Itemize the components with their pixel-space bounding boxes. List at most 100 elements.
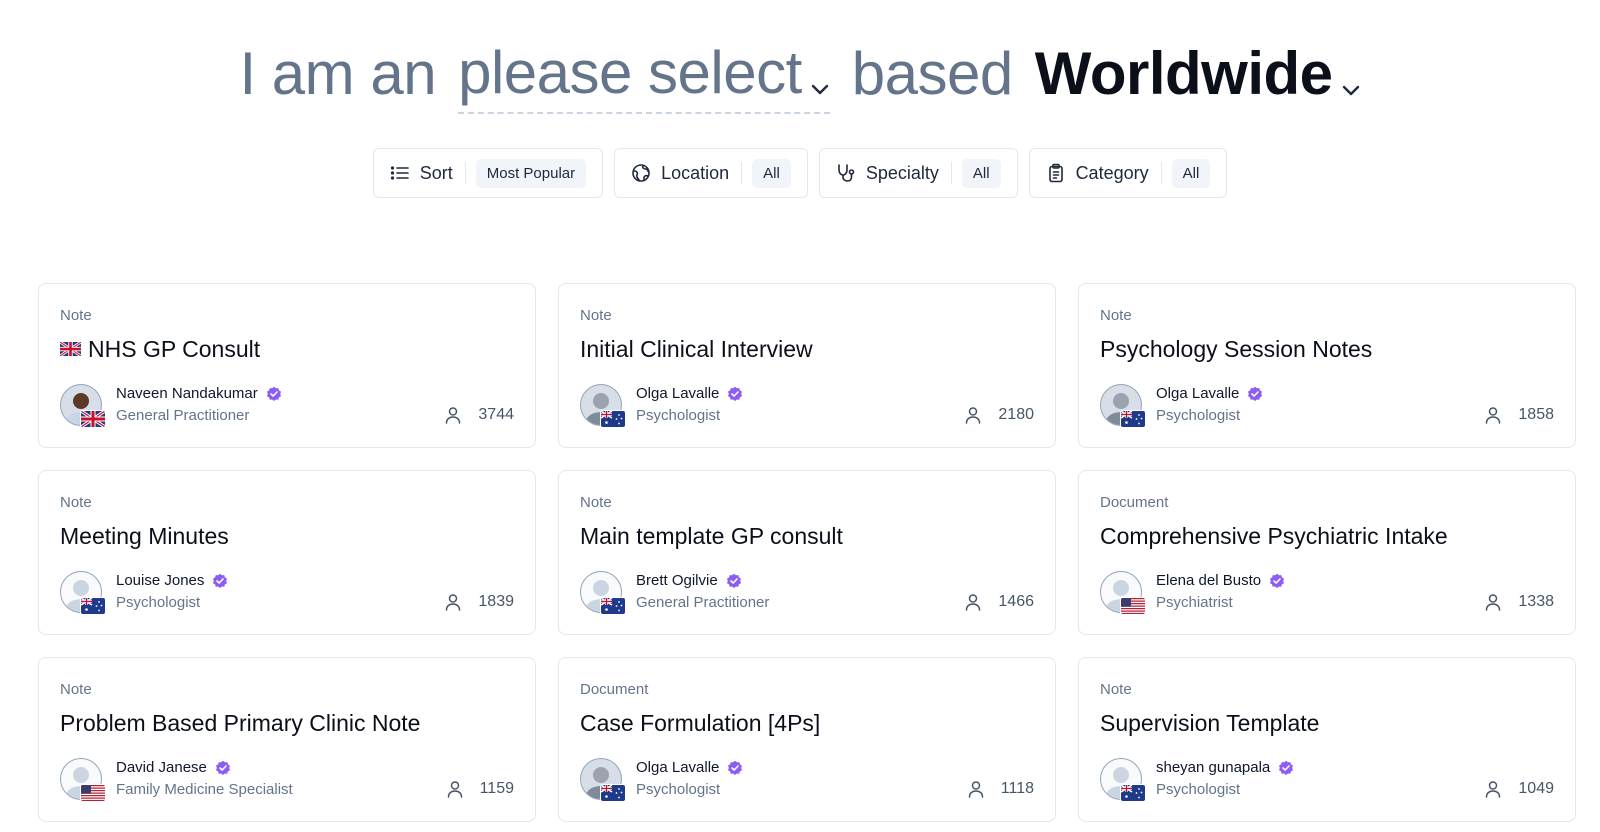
card-author: Olga Lavalle Psychologist (580, 384, 743, 428)
location-select[interactable]: Worldwide (1035, 35, 1361, 113)
specialty-filter[interactable]: Specialty All (818, 148, 1018, 198)
flag-us-icon (1120, 597, 1146, 615)
category-filter-label: Category (1075, 162, 1149, 183)
card-type: Note (1100, 307, 1132, 324)
card-title: Problem Based Primary Clinic Note (60, 708, 514, 738)
list-icon (390, 163, 410, 183)
author-name: Brett Ogilvie (636, 571, 769, 591)
card-title: Case Formulation [4Ps] (580, 708, 1034, 738)
card-type: Document (1100, 494, 1169, 511)
specialty-filter-label: Specialty (865, 162, 939, 183)
author-name: Olga Lavalle (1156, 384, 1263, 404)
chevron-down-icon (1341, 41, 1361, 113)
card-author: Naveen Nandakumar General Practitioner (60, 384, 282, 428)
verified-badge-icon (1247, 386, 1263, 402)
template-card[interactable]: Document Comprehensive Psychiatric Intake… (1078, 470, 1576, 635)
flag-us-icon (80, 784, 106, 802)
author-role: Psychiatrist (1156, 594, 1233, 611)
card-title-text: Psychology Session Notes (1100, 336, 1373, 362)
user-icon (444, 406, 470, 424)
author-role: General Practitioner (116, 407, 250, 424)
author-role: Psychologist (1156, 407, 1241, 424)
role-select[interactable]: please select (458, 34, 830, 114)
user-icon (964, 406, 990, 424)
card-title: Main template GP consult (580, 521, 1034, 551)
verified-badge-icon (1269, 573, 1285, 589)
card-type: Note (580, 494, 612, 511)
card-author: Brett Ogilvie General Practitioner (580, 571, 770, 615)
template-card[interactable]: Note NHS GP Consult Naveen Nandakumar Gener… (38, 283, 536, 448)
card-title-text: Supervision Template (1100, 710, 1320, 736)
template-card[interactable]: Note Meeting Minutes Louise Jones Psycholog… (38, 470, 536, 635)
card-title-text: Case Formulation [4Ps] (580, 710, 821, 736)
filter-bar: Sort Most Popular Location All Specialty… (0, 148, 1600, 198)
template-card[interactable]: Note Problem Based Primary Clinic Note Dav… (38, 657, 536, 822)
author-name-text: Louise Jones (116, 572, 205, 589)
avatar (1100, 384, 1146, 428)
avatar (60, 758, 106, 802)
verified-badge-icon (212, 573, 228, 589)
card-title: Initial Clinical Interview (580, 334, 1034, 364)
author-role: General Practitioner (636, 594, 770, 611)
card-type: Note (1100, 681, 1132, 698)
template-card[interactable]: Note Main template GP consult Brett Ogilvi… (558, 470, 1056, 635)
flag-uk-icon (80, 410, 106, 428)
usage-count-value: 1159 (479, 780, 514, 797)
author-role: Psychologist (636, 407, 721, 424)
avatar (1100, 758, 1146, 802)
author-role: Family Medicine Specialist (116, 781, 293, 798)
user-icon (1484, 780, 1510, 798)
user-icon (444, 593, 470, 611)
headline-middle: based (851, 40, 1013, 107)
usage-count: 1338 (1484, 593, 1554, 611)
author-name: sheyan gunapala (1156, 758, 1294, 778)
location-filter-value: All (752, 158, 791, 188)
location-filter-label: Location (661, 162, 730, 183)
template-card[interactable]: Note Supervision Template sheyan gunapala P… (1078, 657, 1576, 822)
card-title-text: NHS GP Consult (88, 336, 261, 362)
author-name: Elena del Busto (1156, 571, 1285, 591)
usage-count-value: 1466 (998, 593, 1034, 610)
card-type: Note (60, 681, 92, 698)
avatar (580, 571, 626, 615)
card-type: Note (60, 307, 92, 324)
card-author: Olga Lavalle Psychologist (580, 758, 743, 802)
template-card[interactable]: Document Case Formulation [4Ps] Olga Laval… (558, 657, 1056, 822)
author-name: Olga Lavalle (636, 384, 743, 404)
verified-badge-icon (726, 573, 742, 589)
user-icon (1484, 593, 1510, 611)
author-name-text: Naveen Nandakumar (116, 385, 258, 402)
category-filter[interactable]: Category All (1028, 148, 1228, 198)
user-icon (964, 593, 990, 611)
template-grid: Note NHS GP Consult Naveen Nandakumar Gener… (38, 283, 1576, 822)
card-author: sheyan gunapala Psychologist (1100, 758, 1294, 802)
usage-count-value: 1839 (478, 593, 514, 610)
usage-count-value: 1338 (1518, 593, 1554, 610)
author-name-text: Olga Lavalle (636, 385, 720, 402)
template-card[interactable]: Note Initial Clinical Interview Olga Laval… (558, 283, 1056, 448)
usage-count: 1466 (964, 593, 1034, 611)
author-name: Naveen Nandakumar (116, 384, 282, 404)
sort-filter[interactable]: Sort Most Popular (372, 148, 604, 198)
avatar (1100, 571, 1146, 615)
author-name-text: Elena del Busto (1156, 572, 1262, 589)
flag-au-icon (600, 784, 626, 802)
card-title: Meeting Minutes (60, 521, 514, 551)
location-filter[interactable]: Location All (614, 148, 808, 198)
usage-count: 1049 (1484, 780, 1554, 798)
card-author: David Janese Family Medicine Specialist (60, 758, 293, 802)
author-role: Psychologist (116, 594, 201, 611)
usage-count-value: 2180 (998, 406, 1034, 423)
card-type: Note (580, 307, 612, 324)
template-card[interactable]: Note Psychology Session Notes Olga Lavalle… (1078, 283, 1576, 448)
card-title-text: Meeting Minutes (60, 523, 229, 549)
flag-uk-icon (60, 342, 81, 356)
author-name: Olga Lavalle (636, 758, 743, 778)
specialty-filter-value: All (961, 158, 1001, 188)
verified-badge-icon (266, 386, 282, 402)
author-name: Louise Jones (116, 571, 228, 591)
stethoscope-icon (836, 163, 856, 183)
card-type: Note (60, 494, 92, 511)
user-icon (446, 780, 472, 798)
author-name-text: Brett Ogilvie (636, 572, 718, 589)
